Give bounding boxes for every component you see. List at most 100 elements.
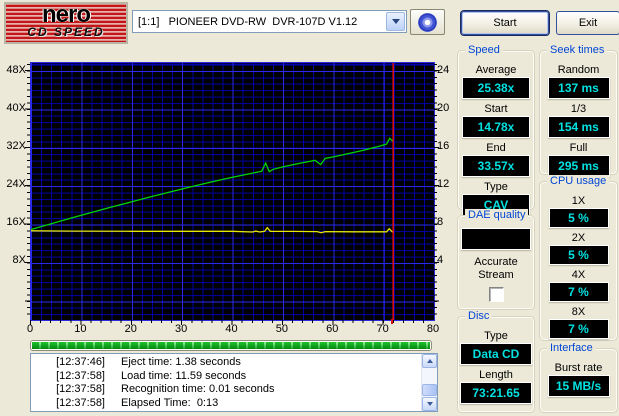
exit-button-label: Exit [579,17,597,29]
field-label: Random [558,63,600,77]
transfer-rate-chart [30,62,435,321]
lcd-value-display: 25.38x [462,77,530,99]
accurate-stream-checkbox[interactable] [489,287,504,302]
chart-lines [31,63,434,320]
nero-cd-speed-logo: nero CD SPEED [4,2,128,44]
y-axis-tick-label: 32X [0,140,26,153]
log-timestamp: [12:37:58] [31,383,105,397]
disc-group-title: Disc [465,310,492,323]
y-axis-tick-label: 16X [0,216,26,229]
x-axis-tick-label: 50 [267,323,297,336]
log-entry: [12:37:58]Recognition time: 0.01 seconds [31,383,421,397]
log-message: Recognition time: 0.01 seconds [105,383,274,397]
seek-times-group-title: Seek times [547,44,607,57]
speed-fields: Average25.38xStart14.78xEnd33.57xTypeCAV [458,51,534,219]
x-axis-tick-label: 10 [65,323,95,336]
lcd-value-display: 15 MB/s [548,375,610,397]
combobox-dropdown-button[interactable] [386,12,405,31]
chevron-up-icon [427,359,433,363]
cpu-usage-group-title: CPU usage [547,175,609,188]
y-axis-tick-label: 24X [0,178,26,191]
speed-group-title: Speed [465,44,503,57]
nero-cd-speed-window: nero CD SPEED [1:1] PIONEER DVD-RW DVR-1… [0,0,619,416]
lcd-value-display: 137 ms [548,77,610,99]
lcd-value-display: 295 ms [548,155,610,177]
field-label: Length [479,368,513,382]
dae-quality-groupbox: DAE quality Accurate Stream [457,215,535,310]
scrollbar-up-button[interactable] [422,354,437,368]
logo-text-cdspeed: CD SPEED [6,26,126,38]
progress-fill [32,342,430,349]
read-speed-line [31,138,393,229]
field-label: 1X [572,194,585,208]
log-timestamp: [12:37:58] [31,370,105,384]
lcd-value-display: 33.57x [462,155,530,177]
field-label: Type [484,180,508,194]
log-timestamp: [12:37:46] [31,356,105,370]
accurate-stream-label: Accurate Stream [465,256,527,282]
test-progress-bar [30,340,432,351]
lcd-value-display: 7 % [549,319,609,339]
interface-fields: Burst rate15 MB/s [540,349,617,400]
lcd-value-display: 154 ms [548,116,610,138]
x-axis-tick-label: 30 [166,323,196,336]
field-label: Average [476,63,517,77]
chevron-down-icon [427,402,433,406]
lcd-value-display: 5 % [549,245,609,265]
lcd-value-display: Data CD [460,343,532,365]
field-label: 2X [572,231,585,245]
rotation-speed-line [31,228,393,233]
x-axis-tick-label: 0 [15,323,45,336]
x-axis-tick-label: 20 [116,323,146,336]
x-axis-tick-label: 40 [217,323,247,336]
drive-select-value: [1:1] PIONEER DVD-RW DVR-107D V1.12 [133,16,386,28]
chevron-down-icon [392,19,400,24]
field-label: Type [484,329,508,343]
lcd-value-display: 73:21.65 [460,382,532,404]
log-timestamp: [12:37:58] [31,397,105,411]
scrollbar-thumb[interactable] [422,384,437,396]
cpu-fields: 1X5 %2X5 %4X7 %8X7 % [540,182,617,342]
dae-quality-display [461,228,531,250]
field-label: Burst rate [555,361,603,375]
log-scrollbar[interactable] [421,354,437,411]
cpu-usage-groupbox: CPU usage 1X5 %2X5 %4X7 %8X7 % [539,181,618,341]
seek-fields: Random137 ms 1/3154 ms Full295 ms [540,51,617,180]
status-log-panel: [12:37:46]Eject time: 1.38 seconds[12:37… [30,353,438,412]
field-label: 1/3 [571,102,586,116]
start-button[interactable]: Start [461,11,549,35]
log-message: Load time: 11.59 seconds [105,370,246,384]
y-axis-tick-label: 40X [0,102,26,115]
disc-groupbox: Disc TypeData CDLength73:21.65 [457,316,535,413]
disc-fields: TypeData CD Length73:21.65 [458,317,534,407]
logo-text-nero: nero [6,4,126,26]
field-label: 8X [572,305,585,319]
interface-groupbox: Interface Burst rate15 MB/s [539,348,618,413]
lcd-value-display: 7 % [549,282,609,302]
scrollbar-down-button[interactable] [422,397,437,411]
start-button-label: Start [493,17,516,29]
log-message: Eject time: 1.38 seconds [105,356,241,370]
x-axis-tick-label: 60 [317,323,347,336]
dae-quality-group-title: DAE quality [465,209,528,222]
interface-group-title: Interface [547,342,596,355]
cd-disc-icon [418,13,437,32]
log-entry: [12:37:46]Eject time: 1.38 seconds [31,356,421,370]
log-entries: [12:37:46]Eject time: 1.38 seconds[12:37… [31,356,421,410]
lcd-value-display: 5 % [549,208,609,228]
drive-select-combobox[interactable]: [1:1] PIONEER DVD-RW DVR-107D V1.12 [132,10,407,33]
log-message: Elapsed Time: 0:13 [105,397,218,411]
y-axis-tick-label: 48X [0,64,26,77]
disc-info-button[interactable] [410,9,445,35]
field-label: Full [570,141,588,155]
x-axis-tick-label: 70 [368,323,398,336]
field-label: End [486,141,506,155]
field-label: 4X [572,268,585,282]
log-entry: [12:37:58]Load time: 11.59 seconds [31,370,421,384]
exit-button[interactable]: Exit [556,11,619,35]
field-label: Start [484,102,507,116]
log-entry: [12:37:58]Elapsed Time: 0:13 [31,397,421,411]
lcd-value-display: 14.78x [462,116,530,138]
seek-times-groupbox: Seek times Random137 ms1/3154 msFull295 … [539,50,618,175]
y-axis-tick-label: 8X [0,254,26,267]
